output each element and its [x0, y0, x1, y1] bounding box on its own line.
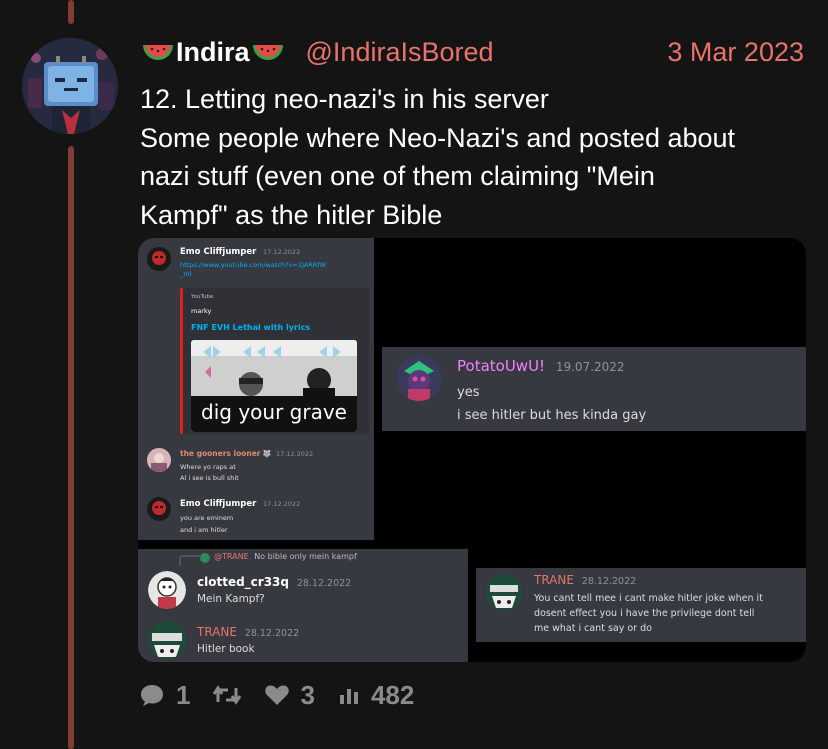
thread-line-top — [68, 0, 74, 24]
message-header: TRANE 28.12.2022 — [534, 573, 636, 587]
view-count: 482 — [370, 679, 415, 710]
username[interactable]: clotted_cr33q — [197, 575, 289, 589]
message-body: yes i see hitler but hes kinda gay — [457, 381, 646, 427]
message-line: Al i see is bull shit — [180, 474, 239, 482]
tweet-media[interactable]: Emo Cliffjumper 17.12.2022 https://www.y… — [138, 238, 806, 662]
reply-text: No bible only mein kampf — [254, 552, 357, 561]
message-body: You cant tell mee i cant make hitler jok… — [534, 591, 763, 636]
message-body: Hitler book — [197, 643, 255, 655]
reply-count: 1 — [176, 679, 191, 710]
user-avatar — [147, 247, 171, 271]
message-line: dosent effect you i have the privilege d… — [534, 608, 755, 619]
user-handle[interactable]: @IndiraIsBored — [306, 37, 494, 68]
timestamp: 17.12.2022 — [276, 450, 314, 458]
message-line: you are eminem — [180, 514, 234, 522]
avatar[interactable] — [22, 38, 118, 134]
reply-icon — [141, 685, 163, 706]
message-line: i see hitler but hes kinda gay — [457, 408, 647, 423]
username[interactable]: Emo Cliffjumper — [180, 247, 256, 257]
reply-avatar — [200, 553, 210, 563]
like-button[interactable]: 3 — [264, 679, 315, 711]
link-line: https://www.youtube.com/watch?v=1JARRfW — [180, 261, 327, 269]
reply-preview[interactable]: @TRANE No bible only mein kampf — [214, 552, 357, 561]
reply-button[interactable]: 1 — [138, 680, 190, 711]
tweet-line: 12. Letting neo-nazi's in his server — [140, 84, 549, 114]
user-avatar — [147, 448, 171, 472]
video-caption: dig your grave — [201, 400, 347, 424]
tweet-header: Indira @IndiraIsBored 3 Mar 2023 — [140, 32, 808, 72]
avatar-image — [22, 38, 118, 134]
views-button[interactable]: 482 — [337, 680, 414, 711]
discord-screenshot-4: TRANE 28.12.2022 You cant tell mee i can… — [476, 568, 806, 642]
discord-screenshot-2: PotatoUwU! 19.07.2022 yes i see hitler b… — [382, 347, 806, 431]
video-thumbnail[interactable]: dig your grave — [191, 340, 357, 432]
timestamp: 19.07.2022 — [555, 360, 625, 374]
username[interactable]: TRANE — [197, 625, 237, 639]
user-avatar — [396, 355, 442, 401]
tweet-line: Kampf" as the hitler Bible — [140, 199, 443, 230]
tweet-date[interactable]: 3 Mar 2023 — [667, 37, 804, 68]
reply-username: @TRANE — [214, 552, 249, 561]
username[interactable]: Emo Cliffjumper — [180, 499, 256, 509]
tweet-line: nazi stuff (even one of them claiming "M… — [140, 161, 655, 191]
message-line: You cant tell mee i cant make hitler jok… — [534, 593, 763, 604]
message-header: Emo Cliffjumper 17.12.2022 — [180, 499, 300, 509]
message-header: TRANE 28.12.2022 — [197, 625, 299, 639]
user-avatar — [147, 497, 171, 521]
youtube-embed[interactable]: YouTube marky FNF EVH Lethal with lyrics — [180, 288, 369, 434]
username[interactable]: the gooners looner — [180, 449, 261, 458]
views-icon — [339, 689, 358, 704]
youtube-link[interactable]: https://www.youtube.com/watch?v=1JARRfW … — [180, 261, 326, 279]
badge-icon: 🐺 — [262, 450, 272, 458]
timestamp: 17.12.2022 — [262, 500, 301, 508]
timestamp: 28.12.2022 — [581, 576, 637, 587]
message-header: the gooners looner 🐺 17.12.2022 — [180, 449, 313, 458]
message-line: Where yo raps at — [180, 463, 236, 471]
watermelon-icon — [252, 45, 283, 60]
message-line: and i am hitler — [180, 526, 228, 534]
embed-title[interactable]: FNF EVH Lethal with lyrics — [191, 323, 310, 332]
message-body: Mein Kampf? — [197, 593, 265, 605]
timestamp: 28.12.2022 — [296, 578, 352, 589]
discord-screenshot-1: Emo Cliffjumper 17.12.2022 https://www.y… — [138, 238, 374, 540]
heart-icon — [265, 685, 290, 705]
timestamp: 28.12.2022 — [244, 628, 300, 639]
retweet-icon — [213, 685, 242, 705]
embed-provider: YouTube — [191, 294, 214, 300]
message-header: PotatoUwU! 19.07.2022 — [457, 357, 625, 375]
like-count: 3 — [300, 679, 315, 710]
discord-screenshot-3: @TRANE No bible only mein kampf clotted_… — [138, 549, 468, 662]
message-line: me what i cant say or do — [534, 623, 652, 634]
reply-connector-icon — [179, 555, 200, 566]
embed-author: marky — [191, 307, 212, 315]
message-body: Where yo raps at Al i see is bull shit — [180, 462, 239, 484]
message-body: you are eminem and i am hitler — [180, 512, 233, 536]
user-avatar — [486, 574, 522, 610]
thread-line-bottom — [68, 146, 74, 749]
timestamp: 17.12.2022 — [262, 248, 301, 256]
display-name[interactable]: Indira — [140, 37, 286, 68]
message-header: Emo Cliffjumper 17.12.2022 — [180, 247, 300, 257]
retweet-button[interactable] — [212, 682, 242, 708]
display-name-text: Indira — [176, 36, 250, 67]
message-header: clotted_cr33q 28.12.2022 — [197, 575, 351, 589]
user-avatar — [148, 621, 186, 659]
tweet-stats: 1 3 482 — [138, 678, 436, 712]
tweet-line: Some people where Neo-Nazi's and posted … — [140, 122, 736, 153]
tweet-text: 12. Letting neo-nazi's in his server Som… — [140, 80, 816, 234]
username[interactable]: PotatoUwU! — [457, 357, 545, 375]
user-avatar — [148, 571, 186, 609]
message-line: yes — [457, 385, 480, 400]
username[interactable]: TRANE — [534, 573, 574, 587]
link-line: _ml — [180, 270, 192, 278]
watermelon-icon — [143, 45, 173, 60]
